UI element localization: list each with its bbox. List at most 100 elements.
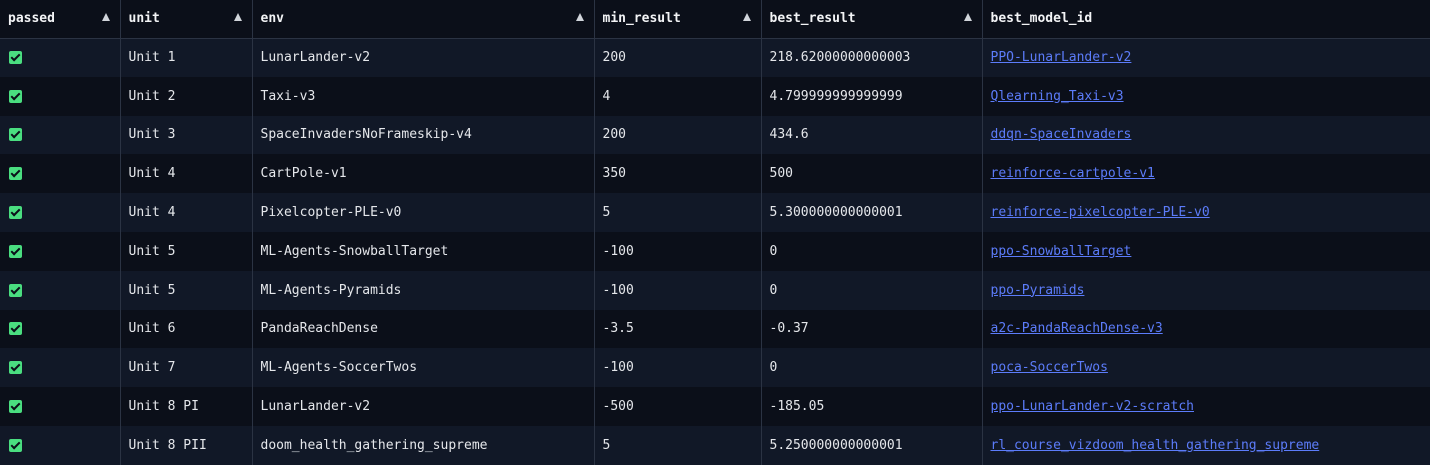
- table-header: passed unit env min_result best_result b…: [0, 0, 1430, 39]
- model-link[interactable]: ppo-SnowballTarget: [991, 244, 1132, 259]
- cell-min-result: 4: [594, 76, 762, 116]
- model-link[interactable]: reinforce-pixelcopter-PLE-v0: [991, 205, 1210, 220]
- cell-best-model-id: ppo-SnowballTarget: [982, 232, 1430, 271]
- cell-unit: Unit 2: [120, 76, 253, 116]
- check-icon: [9, 51, 22, 65]
- cell-passed: [0, 115, 121, 155]
- check-icon: [9, 167, 22, 181]
- check-icon: [9, 400, 22, 414]
- cell-env: LunarLander-v2: [252, 387, 595, 426]
- cell-passed: [0, 309, 121, 349]
- cell-min-result: -3.5: [594, 309, 762, 349]
- table-row: Unit 7 ML-Agents-SoccerTwos -100 0 poca-Socc…: [0, 348, 1430, 388]
- cell-min-result: -100: [594, 270, 762, 310]
- table-row: Unit 1 LunarLander-v2 200 218.6200000000000…: [0, 38, 1430, 77]
- cell-unit: Unit 5: [120, 270, 253, 310]
- model-link[interactable]: reinforce-cartpole-v1: [991, 166, 1155, 181]
- check-icon: [9, 438, 22, 452]
- table-row: Unit 8 PI LunarLander-v2 -500 -185.05 ppo-Lu…: [0, 387, 1430, 426]
- cell-unit: Unit 7: [120, 348, 253, 388]
- model-link[interactable]: rl_course_vizdoom_health_gathering_supre…: [991, 438, 1320, 453]
- table-row: Unit 5 ML-Agents-SnowballTarget -100 0 ppo-S…: [0, 231, 1430, 271]
- cell-passed: [0, 193, 121, 232]
- column-header-unit[interactable]: unit: [120, 0, 253, 39]
- header-label: min_result: [602, 11, 681, 27]
- model-link[interactable]: a2c-PandaReachDense-v3: [991, 321, 1163, 336]
- cell-best-result: -0.37: [761, 309, 983, 349]
- check-icon: [9, 283, 22, 297]
- header-label: best_result: [769, 11, 856, 27]
- column-header-passed[interactable]: passed: [0, 0, 121, 39]
- table-row: Unit 4 CartPole-v1 350 500 reinforce-cartpol…: [0, 154, 1430, 194]
- sort-ascending-icon[interactable]: [742, 13, 751, 21]
- cell-best-result: 218.62000000000003: [761, 38, 983, 77]
- model-link[interactable]: poca-SoccerTwos: [991, 360, 1108, 375]
- table-body: Unit 1 LunarLander-v2 200 218.6200000000000…: [0, 38, 1430, 465]
- cell-min-result: 350: [594, 154, 762, 194]
- cell-passed: [0, 387, 121, 426]
- cell-best-model-id: reinforce-cartpole-v1: [982, 154, 1430, 193]
- cell-min-result: -100: [594, 231, 762, 271]
- cell-env: CartPole-v1: [252, 154, 595, 194]
- cell-min-result: -100: [594, 348, 762, 388]
- check-icon: [9, 206, 22, 220]
- cell-min-result: 200: [594, 115, 762, 155]
- cell-passed: [0, 348, 121, 388]
- cell-best-model-id: ddqn-SpaceInvaders: [982, 116, 1430, 155]
- cell-env: ML-Agents-SoccerTwos: [252, 348, 595, 388]
- model-link[interactable]: ddqn-SpaceInvaders: [991, 127, 1132, 142]
- header-label: unit: [128, 11, 160, 27]
- model-link[interactable]: Qlearning_Taxi-v3: [991, 89, 1124, 104]
- cell-passed: [0, 76, 121, 116]
- sort-ascending-icon[interactable]: [101, 13, 110, 21]
- cell-best-model-id: poca-SoccerTwos: [982, 348, 1430, 387]
- cell-unit: Unit 6: [120, 309, 253, 349]
- cell-best-result: 0: [761, 231, 983, 271]
- cell-best-result: 5.300000000000001: [761, 193, 983, 232]
- model-link[interactable]: PPO-LunarLander-v2: [991, 50, 1132, 65]
- check-icon: [9, 361, 22, 375]
- header-label: passed: [8, 11, 55, 27]
- check-icon: [9, 128, 22, 142]
- column-header-best-result[interactable]: best_result: [761, 0, 983, 39]
- cell-unit: Unit 1: [120, 38, 253, 77]
- cell-best-result: 0: [761, 270, 983, 310]
- model-link[interactable]: ppo-Pyramids: [991, 283, 1085, 298]
- column-header-best-model-id[interactable]: best_model_id: [982, 0, 1430, 39]
- cell-passed: [0, 231, 121, 271]
- cell-best-model-id: reinforce-pixelcopter-PLE-v0: [982, 193, 1430, 232]
- table-row: Unit 2 Taxi-v3 4 4.799999999999999 Qlearning…: [0, 76, 1430, 116]
- sort-ascending-icon[interactable]: [963, 13, 972, 21]
- cell-best-result: 500: [761, 154, 983, 194]
- check-icon: [9, 244, 22, 258]
- cell-env: ML-Agents-SnowballTarget: [252, 231, 595, 271]
- cell-passed: [0, 154, 121, 194]
- header-label: env: [260, 11, 284, 27]
- cell-best-model-id: a2c-PandaReachDense-v3: [982, 310, 1430, 349]
- column-header-min-result[interactable]: min_result: [594, 0, 762, 39]
- cell-env: Pixelcopter-PLE-v0: [252, 193, 595, 232]
- table-row: Unit 6 PandaReachDense -3.5 -0.37 a2c-PandaR…: [0, 309, 1430, 349]
- table-row: Unit 4 Pixelcopter-PLE-v0 5 5.3000000000000…: [0, 193, 1430, 232]
- cell-best-model-id: PPO-LunarLander-v2: [982, 38, 1430, 77]
- cell-env: Taxi-v3: [252, 76, 595, 116]
- cell-best-result: -185.05: [761, 387, 983, 426]
- cell-unit: Unit 4: [120, 154, 253, 194]
- cell-best-result: 0: [761, 348, 983, 388]
- sort-ascending-icon[interactable]: [575, 13, 584, 21]
- results-table: passed unit env min_result best_result b…: [0, 0, 1430, 465]
- cell-best-result: 4.799999999999999: [761, 76, 983, 116]
- cell-best-model-id: ppo-LunarLander-v2-scratch: [982, 387, 1430, 426]
- cell-env: SpaceInvadersNoFrameskip-v4: [252, 115, 595, 155]
- sort-ascending-icon[interactable]: [233, 13, 242, 21]
- check-icon: [9, 322, 22, 336]
- model-link[interactable]: ppo-LunarLander-v2-scratch: [991, 399, 1195, 414]
- column-header-env[interactable]: env: [252, 0, 595, 39]
- table-row: Unit 5 ML-Agents-Pyramids -100 0 ppo-Pyramid…: [0, 270, 1430, 310]
- table-row: Unit 3 SpaceInvadersNoFrameskip-v4 200 434.…: [0, 115, 1430, 155]
- cell-best-model-id: ppo-Pyramids: [982, 271, 1430, 310]
- cell-unit: Unit 4: [120, 193, 253, 232]
- cell-env: PandaReachDense: [252, 309, 595, 349]
- cell-min-result: 5: [594, 193, 762, 232]
- header-label: best_model_id: [990, 11, 1093, 27]
